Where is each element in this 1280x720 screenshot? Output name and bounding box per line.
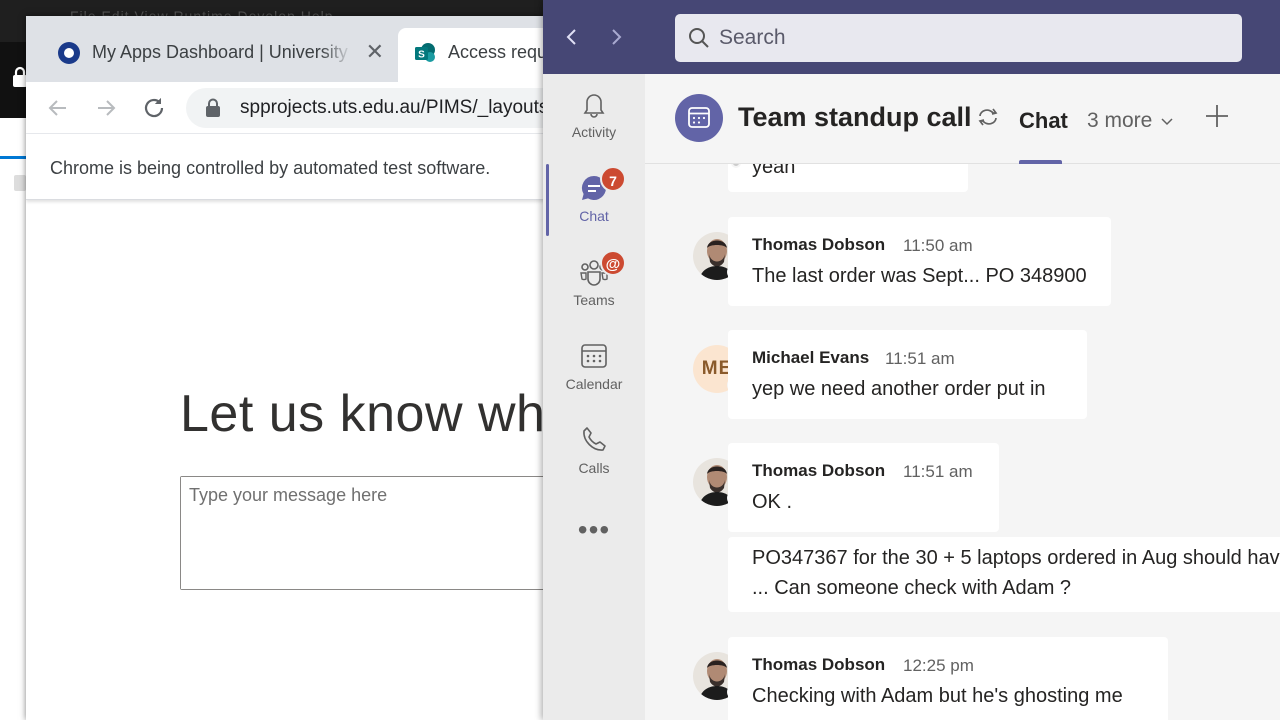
forward-icon[interactable] (601, 22, 631, 52)
reload-icon[interactable] (140, 94, 168, 122)
chevron-down-icon[interactable] (1160, 114, 1174, 128)
rail-item-activity[interactable]: Activity (543, 74, 645, 158)
rail-label: Chat (579, 208, 609, 224)
sender-name: Thomas Dobson (752, 235, 886, 254)
teams-title-bar (543, 0, 1280, 74)
tab-title: Access requ (448, 42, 548, 62)
meeting-title: Team standup call (738, 102, 972, 132)
sender-name: Thomas Dobson (752, 461, 886, 480)
sender-name: Thomas Dobson (752, 655, 886, 674)
background-window (0, 42, 26, 720)
message-body: Checking with Adam but he's ghosting me (752, 685, 1123, 707)
chat-header: Team standup call Chat 3 more (645, 74, 1280, 164)
message-bubble[interactable]: Thomas Dobson 11:51 am OK . (728, 443, 999, 532)
app-rail: Activity 7 Chat @ Teams Calendar Calls •… (543, 74, 645, 720)
tab-chat[interactable]: Chat (1019, 108, 1068, 134)
rail-item-teams[interactable]: @ Teams (543, 242, 645, 326)
rail-label: Calls (578, 460, 610, 476)
message-textarea[interactable] (181, 477, 586, 589)
rail-label: Teams (573, 292, 615, 308)
message-body: yep we need another order put in (752, 378, 1046, 400)
message-body-line: PO347367 for the 30 + 5 laptops ordered … (752, 547, 1280, 569)
message-time: 11:51 am (885, 349, 955, 368)
my-apps-favicon-icon (58, 42, 80, 64)
message-time: 12:25 pm (903, 656, 974, 675)
padlock-icon[interactable] (204, 98, 222, 118)
message-bubble[interactable]: Thomas Dobson 11:50 am The last order wa… (728, 217, 1111, 306)
rail-label: Calendar (565, 376, 623, 392)
address-bar[interactable]: spprojects.uts.edu.au/PIMS/_layouts/15/A… (186, 88, 586, 128)
page-heading: Let us know why (180, 385, 572, 443)
message-body: yeah (752, 164, 796, 178)
message-bubble[interactable]: PO347367 for the 30 + 5 laptops ordered … (728, 537, 1280, 612)
calendar-icon (578, 340, 610, 372)
url-text: spprojects.uts.edu.au/PIMS/_layouts/15/A… (240, 97, 586, 118)
add-tab-icon[interactable] (1203, 102, 1231, 130)
message-time: 11:51 am (903, 462, 973, 481)
tab-more[interactable]: 3 more (1087, 109, 1152, 133)
message-time: 11:50 am (903, 236, 973, 255)
message-bubble[interactable]: yeah (728, 164, 968, 192)
bell-icon (578, 88, 610, 120)
tab-title: My Apps Dashboard | University of Techno… (92, 42, 352, 62)
rail-item-calls[interactable]: Calls (543, 410, 645, 494)
chrome-toolbar: spprojects.uts.edu.au/PIMS/_layouts/15/A… (26, 82, 586, 134)
recurring-icon (975, 104, 1001, 130)
sharepoint-favicon-icon: S (414, 42, 436, 64)
message-body: The last order was Sept... PO 348900 (752, 265, 1087, 287)
unread-badge: 7 (600, 166, 626, 192)
background-accent-line (0, 156, 26, 159)
mention-badge: @ (600, 250, 626, 276)
rail-item-chat[interactable]: 7 Chat (543, 158, 645, 242)
message-field[interactable] (180, 476, 586, 590)
back-icon[interactable] (44, 94, 72, 122)
browser-tab-my-apps[interactable]: My Apps Dashboard | University of Techno… (42, 28, 398, 82)
infobar-text: Chrome is being controlled by automated … (50, 158, 491, 178)
rail-item-calendar[interactable]: Calendar (543, 326, 645, 410)
svg-text:S: S (418, 50, 425, 61)
message-bubble[interactable]: Michael Evans 11:51 am yep we need anoth… (728, 330, 1087, 419)
message-body: OK . (752, 491, 793, 513)
search-icon (687, 26, 711, 50)
meeting-calendar-icon (675, 94, 723, 142)
search-bar[interactable] (675, 14, 1242, 62)
message-bubble[interactable]: Thomas Dobson 12:25 pm Checking with Ada… (728, 637, 1168, 720)
message-list: yeah Thomas Dobson 11:50 am The last ord… (645, 164, 1280, 720)
rail-label: Activity (571, 124, 617, 140)
chrome-tabstrip: My Apps Dashboard | University of Techno… (26, 16, 586, 82)
back-icon[interactable] (557, 22, 587, 52)
chrome-window: My Apps Dashboard | University of Techno… (26, 16, 586, 720)
forward-icon[interactable] (92, 94, 120, 122)
search-input[interactable] (719, 14, 1219, 62)
more-apps-icon[interactable]: ••• (543, 516, 645, 550)
tab-close-icon[interactable]: ✕ (366, 40, 384, 64)
phone-icon (578, 424, 610, 456)
background-checkbox (14, 175, 26, 191)
automation-infobar: Chrome is being controlled by automated … (26, 134, 586, 200)
teams-window: Activity 7 Chat @ Teams Calendar (543, 0, 1280, 720)
sender-name: Michael Evans (752, 348, 870, 367)
message-body-line: ... Can someone check with Adam ? (752, 577, 1072, 599)
